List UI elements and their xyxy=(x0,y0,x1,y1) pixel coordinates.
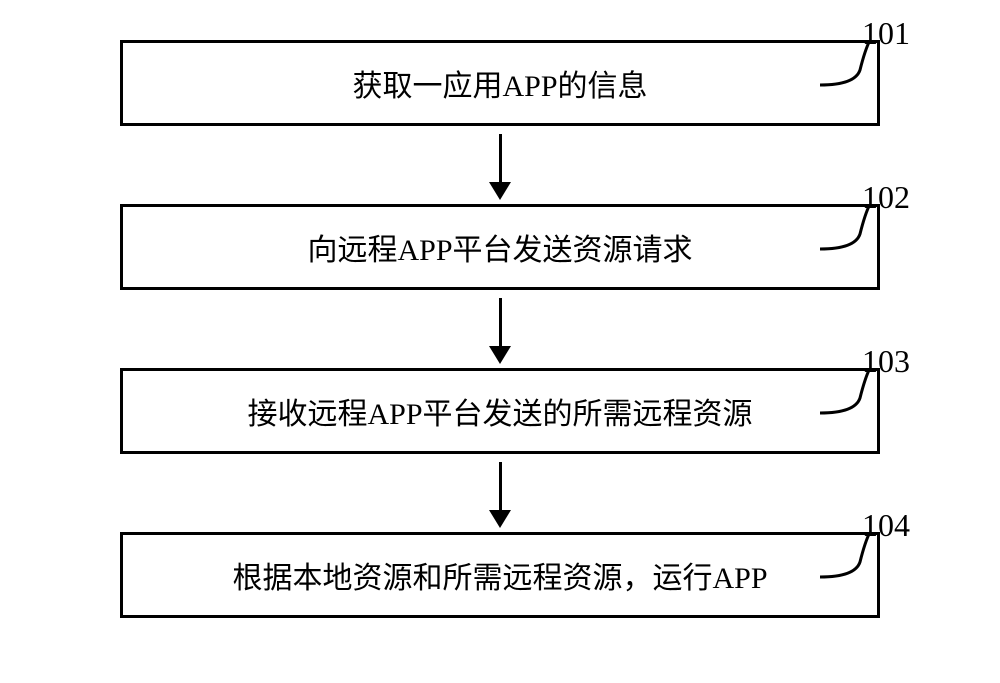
step-3-container: 接收远程APP平台发送的所需远程资源 103 xyxy=(60,368,940,454)
step-4-box: 根据本地资源和所需远程资源，运行APP xyxy=(120,532,880,618)
step-4-text: 根据本地资源和所需远程资源，运行APP xyxy=(232,553,767,597)
step-1-container: 获取一应用APP的信息 101 xyxy=(60,40,940,126)
arrow-2 xyxy=(489,298,511,364)
arrow-head-icon xyxy=(489,346,511,364)
step-2-label: 102 xyxy=(862,179,910,216)
arrow-head-icon xyxy=(489,510,511,528)
step-1-label: 101 xyxy=(862,15,910,52)
step-1-box: 获取一应用APP的信息 xyxy=(120,40,880,126)
arrow-line-icon xyxy=(499,134,502,182)
step-3-text: 接收远程APP平台发送的所需远程资源 xyxy=(247,389,752,433)
arrow-3 xyxy=(489,462,511,528)
step-2-container: 向远程APP平台发送资源请求 102 xyxy=(60,204,940,290)
arrow-1 xyxy=(489,134,511,200)
arrow-line-icon xyxy=(499,462,502,510)
step-2-text: 向远程APP平台发送资源请求 xyxy=(307,225,692,269)
step-4-container: 根据本地资源和所需远程资源，运行APP 104 xyxy=(60,532,940,618)
arrow-head-icon xyxy=(489,182,511,200)
step-3-box: 接收远程APP平台发送的所需远程资源 xyxy=(120,368,880,454)
arrow-line-icon xyxy=(499,298,502,346)
step-1-text: 获取一应用APP的信息 xyxy=(352,61,647,105)
step-2-box: 向远程APP平台发送资源请求 xyxy=(120,204,880,290)
flowchart-container: 获取一应用APP的信息 101 向远程APP平台发送资源请求 102 接收远程A… xyxy=(60,40,940,618)
step-4-label: 104 xyxy=(862,507,910,544)
step-3-label: 103 xyxy=(862,343,910,380)
